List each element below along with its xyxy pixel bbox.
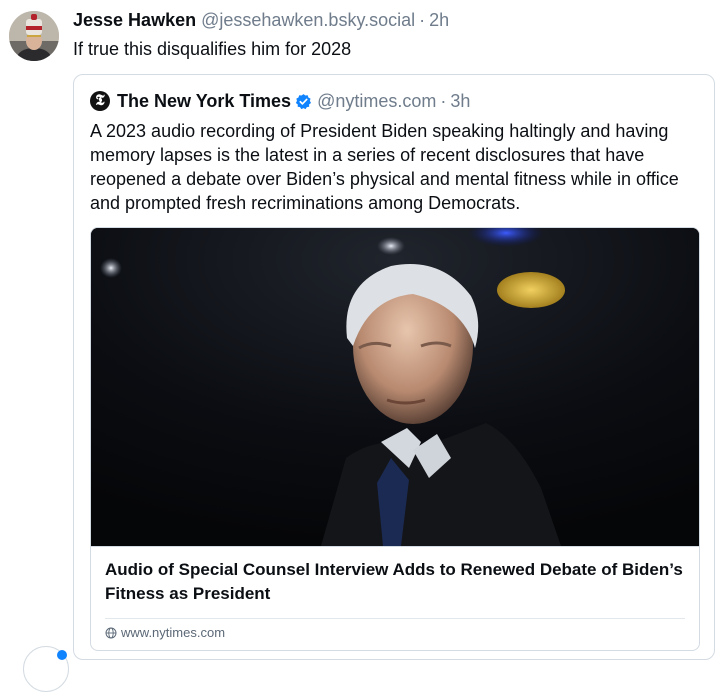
quote-text: A 2023 audio recording of President Bide… [90, 121, 679, 213]
nyt-logo-icon: 𝕿 [90, 91, 110, 111]
link-preview-image[interactable] [91, 228, 699, 546]
link-preview-card[interactable]: Audio of Special Counsel Interview Adds … [90, 227, 700, 651]
post-timestamp[interactable]: 2h [429, 10, 449, 30]
quote-timestamp[interactable]: 3h [450, 90, 470, 112]
quote-author-name[interactable]: The New York Times [117, 90, 291, 112]
link-preview-domain: www.nytimes.com [105, 625, 225, 641]
post-header: Jesse Hawken @jessehawken.bsky.social · 2h [73, 9, 449, 31]
post[interactable]: Jesse Hawken @jessehawken.bsky.social · 2h … [0, 0, 722, 692]
quoted-post[interactable]: 𝕿 The New York Times @nytimes.com · 3h A 2… [73, 74, 715, 660]
card-divider [91, 546, 699, 547]
separator-dot: · [419, 10, 426, 30]
card-footer-divider [105, 618, 685, 619]
quote-author-handle[interactable]: @nytimes.com [317, 90, 436, 112]
globe-icon [105, 627, 117, 639]
separator-dot: · [440, 91, 447, 111]
link-preview-domain-text: www.nytimes.com [121, 625, 226, 640]
verified-badge-icon [295, 93, 312, 110]
post-text: If true this disqualifies him for 2028 [73, 39, 352, 59]
author-handle[interactable]: @jessehawken.bsky.social [201, 10, 415, 30]
author-name[interactable]: Jesse Hawken [73, 10, 196, 30]
link-preview-title[interactable]: Audio of Special Counsel Interview Adds … [105, 558, 690, 606]
next-post-badge-icon [57, 650, 67, 660]
quote-header: 𝕿 The New York Times @nytimes.com · 3h [90, 90, 470, 112]
author-avatar[interactable] [9, 11, 59, 61]
